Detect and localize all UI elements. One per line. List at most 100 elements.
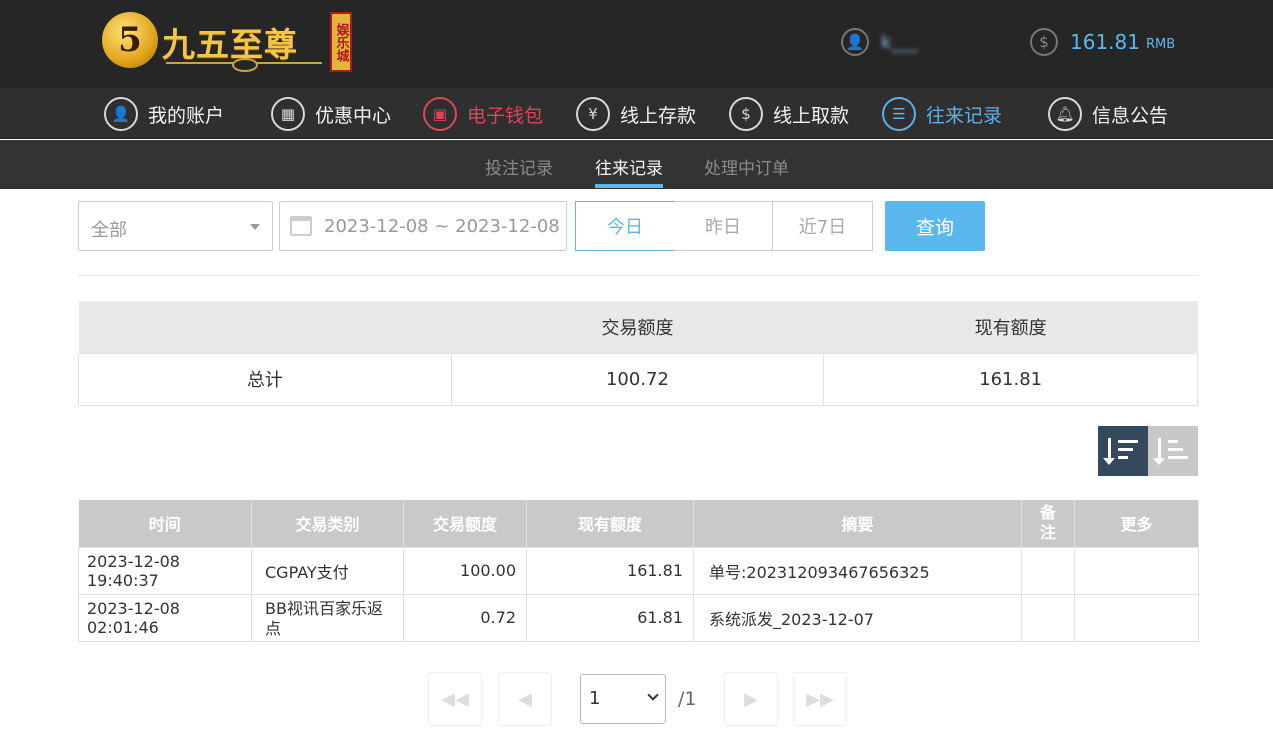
nav-promotions[interactable]: ▦ 优惠中心 <box>271 96 391 132</box>
table-row[interactable]: 2023-12-08 02:01:46 BB视讯百家乐返点 0.72 61.81… <box>78 593 1199 642</box>
calendar-icon <box>290 216 312 236</box>
nav-label: 我的账户 <box>148 104 225 127</box>
summary-header-row: 交易额度 现有额度 <box>78 301 1198 353</box>
table-row[interactable]: 2023-12-08 19:40:37 CGPAY支付 100.00 161.8… <box>78 546 1199 595</box>
prev-page-button[interactable]: ◀ <box>498 672 552 726</box>
nav-wallet[interactable]: ▣ 电子钱包 <box>423 96 543 132</box>
records-table: 时间 交易类别 交易额度 现有额度 摘要 备注 更多 2023-12-08 19… <box>78 500 1199 642</box>
cell-summary: 单号:202312093467656325 <box>693 546 1022 595</box>
cell-amount: 0.72 <box>403 593 527 642</box>
sub-nav: 投注记录 往来记录 处理中订单 <box>0 140 1273 189</box>
divider <box>78 275 1198 276</box>
col-balance[interactable]: 现有额度 <box>526 500 694 547</box>
nav-label: 信息公告 <box>1092 104 1169 127</box>
date-range-value: 2023-12-08 ~ 2023-12-08 <box>324 215 560 237</box>
cell-more[interactable] <box>1074 593 1199 642</box>
double-left-icon: ◀◀ <box>441 688 469 710</box>
cell-note <box>1021 546 1075 595</box>
type-select-value: 全部 <box>91 220 127 241</box>
user-icon: 👤 <box>841 28 869 56</box>
summary-transaction: 100.72 <box>450 352 825 406</box>
summary-label: 总计 <box>78 352 452 406</box>
page-select-value: 1 <box>589 688 601 709</box>
page-total: /1 <box>678 688 697 710</box>
cell-balance: 61.81 <box>526 593 694 642</box>
nav-label: 优惠中心 <box>315 104 392 127</box>
chevron-down-icon <box>647 689 659 701</box>
nav-label: 电子钱包 <box>467 104 544 127</box>
sort-desc-button[interactable] <box>1098 426 1148 476</box>
filter-bar: 全部 2023-12-08 ~ 2023-12-08 今日 昨日 近7日 查询 <box>78 201 1198 251</box>
col-time[interactable]: 时间 <box>78 500 252 547</box>
withdraw-icon: $ <box>729 97 763 131</box>
today-button[interactable]: 今日 <box>575 201 675 251</box>
dollar-icon: $ <box>1030 28 1058 56</box>
wallet-icon: ▣ <box>423 97 457 131</box>
tab-pending-orders[interactable]: 处理中订单 <box>704 154 789 179</box>
search-button[interactable]: 查询 <box>885 201 985 251</box>
cell-summary: 系统派发_2023-12-07 <box>693 593 1022 642</box>
last-page-button[interactable]: ▶▶ <box>793 672 847 726</box>
balance-info: $ 161.81 RMB <box>1030 28 1175 56</box>
summary-header-transaction: 交易额度 <box>451 301 824 353</box>
nav-label: 线上取款 <box>773 104 850 127</box>
summary-header-current: 现有额度 <box>823 301 1198 353</box>
records-header-row: 时间 交易类别 交易额度 现有额度 摘要 备注 更多 <box>78 500 1199 547</box>
cell-note <box>1021 593 1075 642</box>
site-logo[interactable]: 5 九五至尊 娱乐城 <box>100 8 355 74</box>
tab-transaction-records[interactable]: 往来记录 <box>595 154 663 188</box>
top-header: 5 九五至尊 娱乐城 👤 k___ $ 161.81 RMB <box>0 0 1273 88</box>
summary-current: 161.81 <box>823 352 1198 406</box>
cell-amount: 100.00 <box>403 546 527 595</box>
cell-time: 2023-12-08 02:01:46 <box>78 593 252 642</box>
sort-asc-icon <box>1153 436 1190 466</box>
main-nav: 👤 我的账户 ▦ 优惠中心 ▣ 电子钱包 ¥ 线上存款 $ 线上取款 ☰ 往来记录 🔔︎ 信息… <box>0 88 1273 139</box>
records-icon: ☰ <box>882 97 916 131</box>
cell-type: CGPAY支付 <box>251 546 404 595</box>
nav-my-account[interactable]: 👤 我的账户 <box>104 96 224 132</box>
col-note[interactable]: 备注 <box>1021 500 1075 547</box>
bell-icon: 🔔︎ <box>1048 97 1082 131</box>
cell-more[interactable] <box>1074 546 1199 595</box>
page-select[interactable]: 1 <box>580 674 666 724</box>
nav-records[interactable]: ☰ 往来记录 <box>882 96 1002 132</box>
col-type[interactable]: 交易类别 <box>251 500 404 547</box>
deposit-icon: ¥ <box>576 97 610 131</box>
double-right-icon: ▶▶ <box>806 688 834 710</box>
balance-currency: RMB <box>1145 36 1176 52</box>
nav-label: 往来记录 <box>926 104 1003 127</box>
user-icon: 👤 <box>104 97 138 131</box>
nav-withdraw[interactable]: $ 线上取款 <box>729 96 849 132</box>
last-7-days-button[interactable]: 近7日 <box>773 201 873 251</box>
col-more[interactable]: 更多 <box>1074 500 1199 547</box>
date-range-input[interactable]: 2023-12-08 ~ 2023-12-08 <box>279 201 567 251</box>
cell-time: 2023-12-08 19:40:37 <box>78 546 252 595</box>
first-page-button[interactable]: ◀◀ <box>428 672 482 726</box>
dropdown-arrow-icon <box>250 224 260 230</box>
logo-badge: 5 <box>102 12 158 68</box>
balance-value: 161.81 <box>1070 30 1140 54</box>
type-select[interactable]: 全部 <box>78 201 273 251</box>
logo-tag: 娱乐城 <box>330 12 352 72</box>
next-page-button[interactable]: ▶ <box>724 672 778 726</box>
cell-balance: 161.81 <box>526 546 694 595</box>
summary-row: 总计 100.72 161.81 <box>78 352 1198 406</box>
yesterday-button[interactable]: 昨日 <box>674 201 773 251</box>
col-amount[interactable]: 交易额度 <box>403 500 527 547</box>
right-icon: ▶ <box>744 688 758 710</box>
tab-bet-records[interactable]: 投注记录 <box>485 154 553 179</box>
sort-desc-icon <box>1103 436 1140 466</box>
nav-announcements[interactable]: 🔔︎ 信息公告 <box>1048 96 1168 132</box>
summary-header-empty <box>78 301 452 353</box>
sort-asc-button[interactable] <box>1148 426 1198 476</box>
col-summary[interactable]: 摘要 <box>693 500 1022 547</box>
logo-name: 九五至尊 <box>162 25 298 64</box>
nav-deposit[interactable]: ¥ 线上存款 <box>576 96 696 132</box>
nav-label: 线上存款 <box>620 104 697 127</box>
username: k___ <box>881 31 919 53</box>
user-info[interactable]: 👤 k___ <box>841 28 918 56</box>
gift-icon: ▦ <box>271 97 305 131</box>
summary-table: 交易额度 现有额度 总计 100.72 161.81 <box>78 301 1198 406</box>
cell-type: BB视讯百家乐返点 <box>251 593 404 642</box>
logo-ornament <box>166 58 322 72</box>
